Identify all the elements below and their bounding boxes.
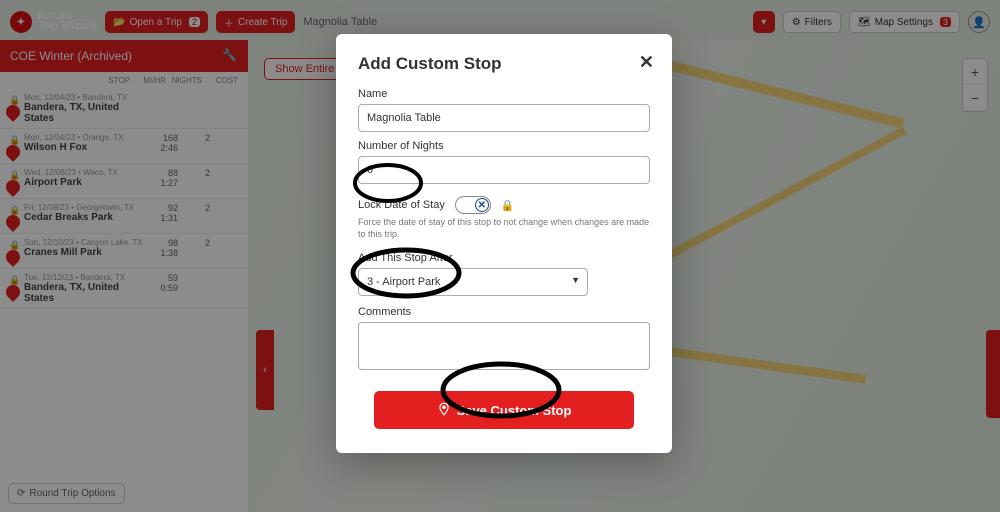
padlock-icon: 🔒 — [501, 199, 513, 211]
toggle-x-icon: ✕ — [475, 198, 489, 212]
pin-plus-icon — [437, 402, 451, 419]
close-icon[interactable]: ✕ — [639, 52, 654, 73]
nights-input[interactable] — [358, 156, 650, 184]
lock-date-hint: Force the date of stay of this stop to n… — [358, 217, 650, 240]
lock-date-toggle[interactable]: ✕ — [455, 196, 491, 214]
add-after-select[interactable]: 3 - Airport Park — [358, 268, 588, 296]
save-custom-stop-button[interactable]: Save Custom Stop — [374, 391, 634, 429]
name-label: Name — [358, 88, 650, 100]
lock-date-label: Lock Date of Stay — [358, 199, 445, 211]
comments-label: Comments — [358, 306, 650, 318]
comments-textarea[interactable] — [358, 322, 650, 370]
name-input[interactable] — [358, 104, 650, 132]
add-after-label: Add This Stop After — [358, 252, 650, 264]
modal-title: Add Custom Stop — [358, 54, 650, 74]
nights-label: Number of Nights — [358, 140, 650, 152]
add-custom-stop-modal: ✕ Add Custom Stop Name Number of Nights … — [336, 34, 672, 453]
